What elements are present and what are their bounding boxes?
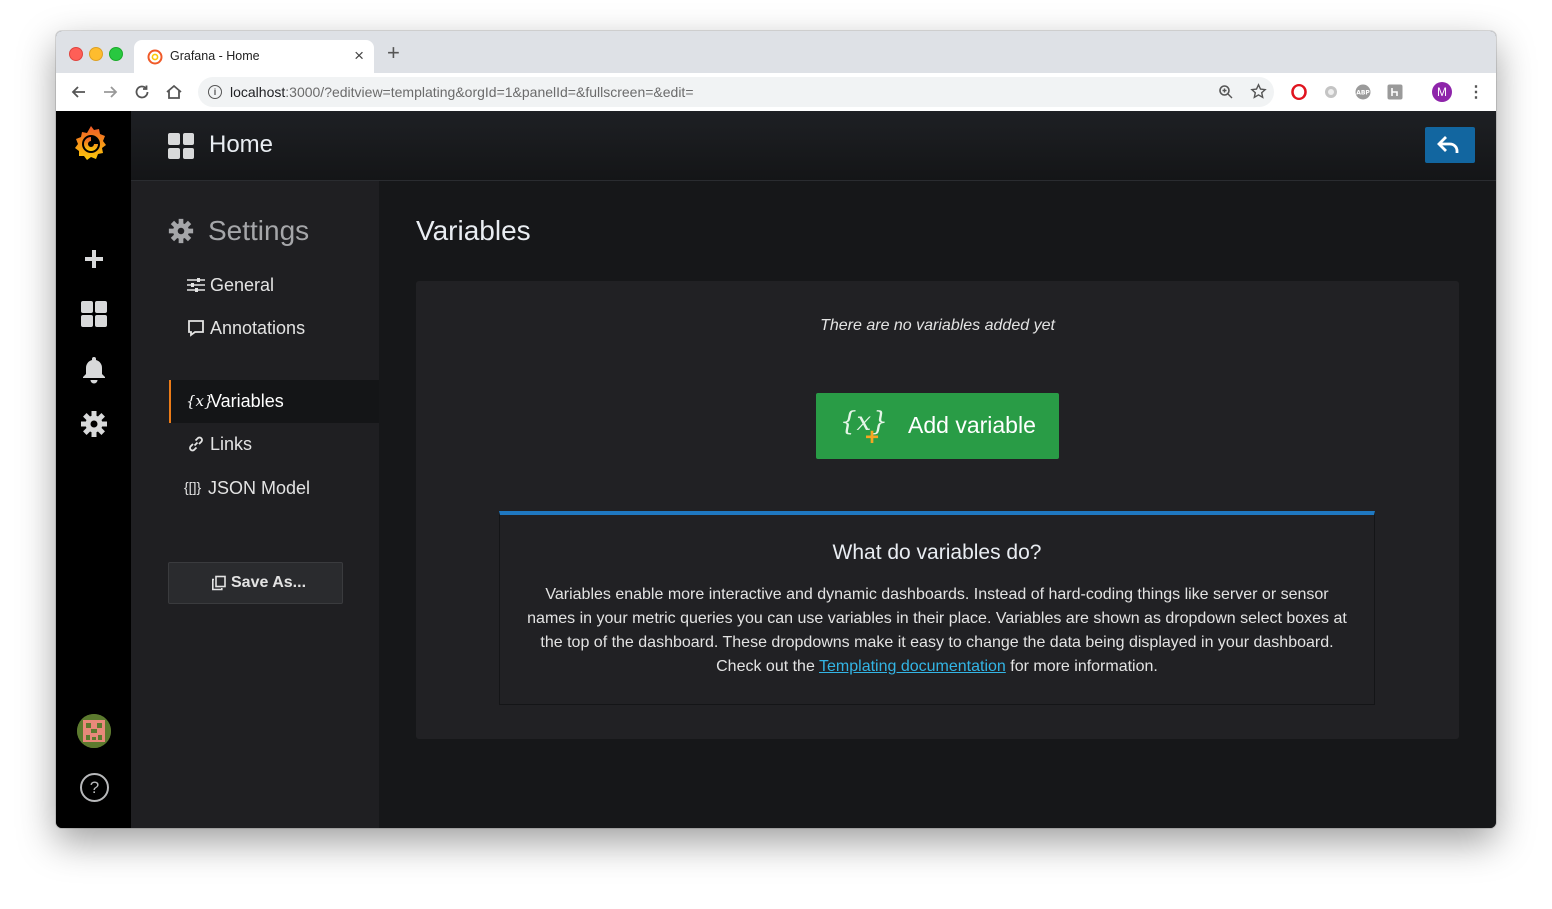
settings-nav-general[interactable]: General: [169, 264, 379, 307]
browser-menu-icon[interactable]: ⋮: [1468, 82, 1484, 102]
close-window-button[interactable]: [69, 47, 83, 61]
dashboards-icon[interactable]: [79, 299, 109, 329]
settings-nav-label: General: [210, 275, 275, 295]
empty-state-text: There are no variables added yet: [820, 317, 1055, 334]
variables-help-box: What do variables do? Variables enable m…: [499, 511, 1375, 705]
settings-nav-annotations[interactable]: Annotations: [169, 307, 379, 350]
new-tab-button[interactable]: +: [387, 42, 400, 64]
plus-icon: +: [865, 424, 880, 451]
alerting-bell-icon[interactable]: [79, 354, 109, 384]
maximize-window-button[interactable]: [109, 47, 123, 61]
minimize-window-button[interactable]: [89, 47, 103, 61]
settings-nav-json-model[interactable]: {[]} JSON Model: [169, 467, 379, 510]
grafana-logo-icon[interactable]: [71, 123, 111, 163]
create-plus-icon[interactable]: [79, 244, 109, 274]
back-to-dashboard-button[interactable]: [1425, 127, 1475, 163]
opera-extension-icon[interactable]: [1291, 84, 1307, 100]
settings-nav-label: Links: [210, 434, 253, 454]
variable-add-icon: {x}: [840, 407, 888, 437]
bookmark-star-icon[interactable]: [1250, 83, 1267, 100]
variable-icon: {x}: [186, 392, 214, 410]
browser-tab[interactable]: Grafana - Home ×: [134, 40, 374, 73]
help-body: Variables enable more interactive and dy…: [527, 586, 1347, 675]
variables-empty-card: There are no variables added yet {x} + A…: [416, 281, 1459, 739]
copy-icon: [212, 575, 226, 591]
back-icon[interactable]: [68, 81, 90, 103]
tab-title: Grafana - Home: [170, 49, 260, 63]
site-info-icon[interactable]: i: [208, 85, 222, 99]
settings-nav-label: Annotations: [210, 318, 306, 338]
sliders-icon: [187, 278, 205, 292]
templating-docs-link[interactable]: Templating documentation: [819, 658, 1006, 675]
dashboard-grid-icon: [168, 133, 194, 159]
save-as-button[interactable]: Save As...: [168, 562, 343, 604]
zoom-icon[interactable]: [1218, 84, 1234, 100]
reply-arrow-icon: [1437, 136, 1459, 153]
grafana-sidemenu: ?: [56, 111, 131, 828]
help-icon[interactable]: ?: [80, 773, 109, 802]
reload-icon[interactable]: [131, 81, 153, 103]
settings-nav-label: Variables: [210, 391, 284, 411]
browser-toolbar: i localhost:3000/?editview=templating&or…: [56, 73, 1496, 112]
comment-icon: [188, 320, 204, 337]
settings-sidebar: Settings General Annotations {x} Variabl…: [131, 181, 381, 828]
browser-tab-bar: Grafana - Home × +: [56, 31, 1496, 73]
dashboard-title[interactable]: Home: [209, 131, 273, 159]
adblock-extension-icon[interactable]: ABP: [1355, 84, 1371, 100]
json-icon: {[]}: [184, 479, 202, 495]
extension-circle-icon[interactable]: [1323, 84, 1339, 100]
add-variable-button[interactable]: {x} + Add variable: [816, 393, 1059, 459]
help-title: What do variables do?: [832, 541, 1042, 564]
profile-avatar[interactable]: M: [1432, 82, 1452, 102]
variables-page: Variables There are no variables added y…: [379, 181, 1496, 828]
user-avatar[interactable]: [77, 714, 111, 748]
svg-text:ABP: ABP: [1356, 90, 1370, 97]
extension-square-icon[interactable]: [1387, 84, 1403, 100]
url-text[interactable]: localhost:3000/?editview=templating&orgI…: [230, 84, 694, 100]
settings-nav-links[interactable]: Links: [169, 423, 379, 466]
page-title: Variables: [416, 215, 531, 246]
tab-close-icon[interactable]: ×: [354, 46, 364, 66]
configuration-gear-icon[interactable]: [79, 409, 109, 439]
link-icon: [189, 436, 203, 452]
home-icon[interactable]: [163, 81, 185, 103]
address-bar[interactable]: i localhost:3000/?editview=templating&or…: [198, 77, 1274, 107]
forward-icon[interactable]: [99, 81, 121, 103]
grafana-favicon-icon: [147, 49, 163, 65]
settings-nav-label: JSON Model: [208, 478, 311, 498]
dashboard-topbar: Home: [131, 111, 1496, 181]
settings-nav-variables[interactable]: {x} Variables: [169, 380, 381, 423]
settings-gear-icon: [168, 218, 194, 244]
browser-window: Grafana - Home × + i localhost:3000/?edi…: [56, 31, 1496, 828]
